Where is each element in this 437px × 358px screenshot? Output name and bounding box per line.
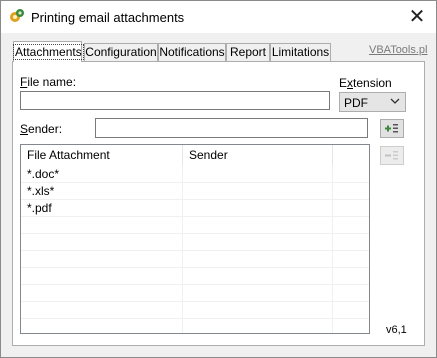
add-row-icon [385,124,398,133]
tab-label: Configuration [85,45,157,59]
grid-line [21,250,369,251]
app-icon [9,8,25,24]
file-name-label: File name: [20,75,77,89]
tab-notifications[interactable]: Notifications [158,43,226,61]
column-file-attachment[interactable]: File Attachment [21,145,183,165]
file-pattern: *.pdf [27,201,52,215]
extension-select[interactable]: PDF [339,92,406,112]
add-button[interactable] [380,119,404,138]
list-item[interactable]: *.doc* [21,166,369,183]
sender-value [183,200,189,217]
attachments-list[interactable]: File Attachment Sender *.doc* *.xls* *.p… [20,144,370,334]
tab-page-attachments: File name: Extension PDF Sender: File At… [12,61,425,346]
tab-attachments[interactable]: Attachments [13,41,84,62]
grid-line [21,301,369,302]
extension-label: Extension [339,76,392,90]
file-pattern: *.xls* [27,184,55,198]
remove-button[interactable] [380,146,404,165]
version-label: v6,1 [386,324,407,336]
tab-limitations[interactable]: Limitations [270,43,331,61]
sender-input[interactable] [95,118,368,138]
remove-row-icon [385,151,398,160]
file-name-input[interactable] [20,91,330,110]
sender-value [183,166,189,183]
list-header: File Attachment Sender [21,145,369,165]
tab-label: Notifications [159,45,225,59]
grid-line [21,233,369,234]
list-item[interactable]: *.pdf [21,200,369,217]
vbatools-link[interactable]: VBATools.pl [369,44,428,56]
file-pattern: *.doc* [27,167,60,181]
tab-report[interactable]: Report [226,43,270,61]
grid-line [21,267,369,268]
close-icon: ✕ [408,6,426,28]
grid-line [21,216,369,217]
grid-line [21,318,369,319]
grid-line [21,182,369,183]
column-sender[interactable]: Sender [183,145,333,165]
grid-line [21,284,369,285]
tab-configuration[interactable]: Configuration [84,43,158,61]
tab-label: Limitations [271,45,330,59]
dialog-window: Printing email attachments ✕ Attachments… [0,0,437,358]
tab-label: Attachments [13,44,84,60]
title-bar[interactable]: Printing email attachments ✕ [1,1,436,33]
tab-label: Report [229,45,267,59]
sender-value [183,183,189,200]
list-item[interactable]: *.xls* [21,183,369,200]
grid-line [21,199,369,200]
close-button[interactable]: ✕ [405,5,429,29]
extension-value: PDF [344,96,368,110]
sender-label: Sender: [20,122,63,136]
chevron-down-icon [390,98,400,104]
window-title: Printing email attachments [31,10,185,25]
